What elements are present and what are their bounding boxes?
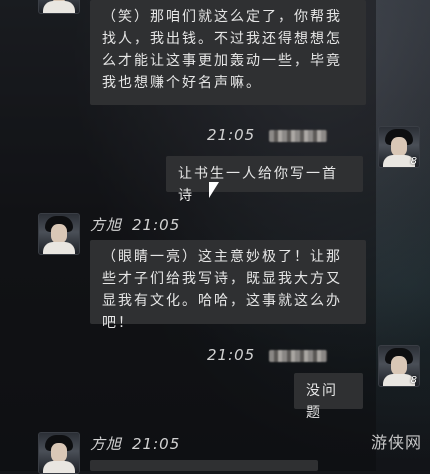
npc-message-bubble <box>90 460 318 471</box>
player-avatar[interactable]: 8 <box>378 345 420 387</box>
redacted-player-name <box>269 129 328 142</box>
npc-avatar[interactable] <box>38 432 80 474</box>
message-time: 21:05 <box>132 435 181 453</box>
npc-avatar[interactable] <box>38 213 80 255</box>
player-level: 8 <box>410 156 417 167</box>
npc-message-bubble: （笑）那咱们就这么定了，你帮我找人，我出钱。不过我还得想想怎么才能让这事更加轰动… <box>90 0 366 105</box>
player-avatar[interactable]: 8 <box>378 126 420 168</box>
player-message-bubble: 没问题 <box>294 373 363 421</box>
player-message-bubble: 让书生一人给你写一首诗 <box>166 156 363 204</box>
player-message-header: 21:05 <box>207 346 328 364</box>
message-time: 21:05 <box>207 346 256 364</box>
sender-name: 方旭 <box>90 216 123 234</box>
player-message-header: 21:05 <box>207 126 328 144</box>
npc-message-text: （笑）那咱们就这么定了，你帮我找人，我出钱。不过我还得想想怎么才能让这事更加轰动… <box>102 9 342 91</box>
redacted-player-name <box>269 349 328 362</box>
npc-message-text: （眼睛一亮）这主意妙极了！让那些才子们给我写诗，既显我大方又显我有文化。哈哈，这… <box>102 249 342 331</box>
sender-name: 方旭 <box>90 435 123 453</box>
npc-avatar[interactable] <box>38 0 80 14</box>
npc-message-header: 方旭 21:05 <box>90 214 180 235</box>
site-watermark: 游侠网 <box>370 433 422 452</box>
player-level: 8 <box>410 375 417 386</box>
npc-message-bubble: （眼睛一亮）这主意妙极了！让那些才子们给我写诗，既显我大方又显我有文化。哈哈，这… <box>90 240 366 331</box>
message-time: 21:05 <box>132 216 181 234</box>
message-time: 21:05 <box>207 126 256 144</box>
npc-message-header: 方旭 21:05 <box>90 433 180 454</box>
mouse-cursor-icon <box>209 182 219 198</box>
